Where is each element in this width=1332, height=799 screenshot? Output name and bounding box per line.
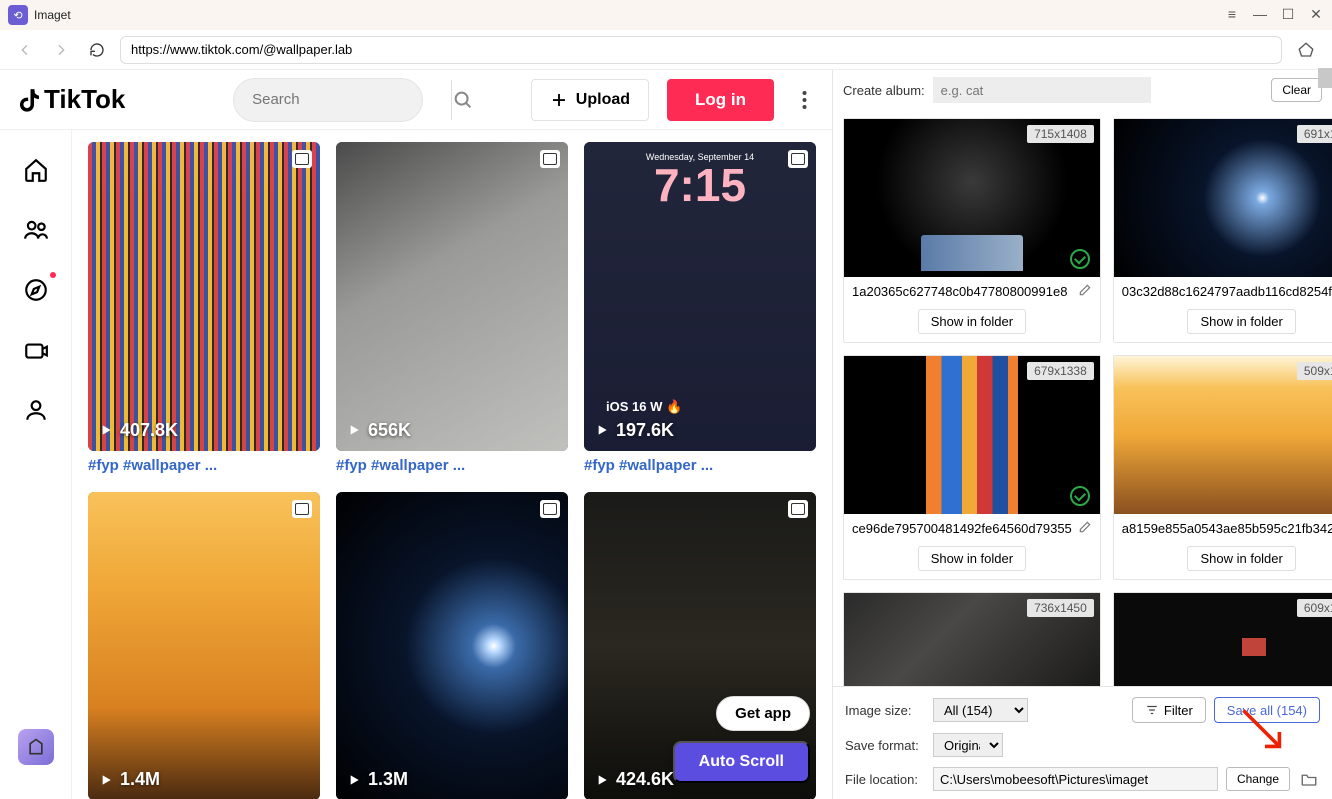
image-badge-icon [292,500,312,518]
view-count: 656K [346,420,411,441]
dimension-badge: 736x1450 [1027,599,1094,617]
sidebar-effect-icon[interactable] [18,729,54,765]
result-card[interactable]: 609x1200 [1113,592,1332,686]
get-app-button[interactable]: Get app [716,696,810,731]
show-in-folder-button[interactable]: Show in folder [918,546,1026,571]
image-badge-icon [788,500,808,518]
search-input[interactable] [252,91,451,108]
result-card[interactable]: 736x1450 [843,592,1101,686]
result-card[interactable]: 509x1002 a8159e855a0543ae85b595c21fb342e… [1113,355,1332,580]
reload-button[interactable] [84,37,110,63]
tiktok-logo[interactable]: TikTok [16,84,125,115]
video-caption[interactable]: #fyp #wallpaper ... [584,457,816,474]
view-count: 197.6K [594,420,674,441]
save-all-button[interactable]: Save all (154) [1214,697,1320,723]
forward-button[interactable] [48,37,74,63]
show-in-folder-button[interactable]: Show in folder [918,309,1026,334]
browser-toolbar: https://www.tiktok.com/@wallpaper.lab [0,30,1332,70]
video-card[interactable]: 656K #fyp #wallpaper ... [336,142,568,474]
maximize-button[interactable]: ☐ [1276,0,1300,28]
view-count: 1.3M [346,769,408,790]
tag-icon[interactable] [1292,36,1320,64]
auto-scroll-button[interactable]: Auto Scroll [673,741,810,783]
filename-label: 03c32d88c1624797aadb116cd8254f3 [1122,284,1332,299]
app-title: Imaget [34,8,71,22]
result-card[interactable]: 715x1408 1a20365c627748c0b47780800991e8 … [843,118,1101,343]
url-input[interactable]: https://www.tiktok.com/@wallpaper.lab [120,36,1282,64]
image-size-select[interactable]: All (154) [933,698,1028,722]
tiktok-sidebar [0,130,72,799]
sidebar-following-icon[interactable] [20,214,52,246]
image-badge-icon [540,500,560,518]
minimize-button[interactable]: — [1248,0,1272,28]
album-name-input[interactable] [933,77,1151,103]
image-results-grid[interactable]: 715x1408 1a20365c627748c0b47780800991e8 … [833,110,1332,686]
sidebar-home-icon[interactable] [20,154,52,186]
filename-label: 1a20365c627748c0b47780800991e8 [852,284,1072,299]
video-card[interactable]: 1.4M #fyp #wallpaper ... [88,492,320,799]
search-icon[interactable] [451,80,474,120]
file-location-label: File location: [845,772,925,787]
format-select[interactable]: Original [933,733,1003,757]
file-location-input[interactable] [933,767,1218,791]
edit-filename-icon[interactable] [1078,283,1092,300]
video-card[interactable]: Wednesday, September 147:15iOS 16 W 🔥 19… [584,142,816,474]
filename-label: ce96de795700481492fe64560d79355 [852,521,1072,536]
filename-label: a8159e855a0543ae85b595c21fb342e [1122,521,1332,536]
show-in-folder-button[interactable]: Show in folder [1187,546,1295,571]
app-logo-icon: ⟲ [8,5,28,25]
hamburger-icon[interactable]: ≡ [1220,0,1244,28]
result-card[interactable]: 679x1338 ce96de795700481492fe64560d79355… [843,355,1101,580]
save-format-label: Save format: [845,738,925,753]
sidebar-live-icon[interactable] [20,334,52,366]
dimension-badge: 609x1200 [1297,599,1332,617]
video-caption[interactable]: #fyp #wallpaper ... [88,457,320,474]
close-button[interactable]: ✕ [1304,0,1328,28]
imaget-panel: Create album: Clear 715x1408 1a20365c627… [833,70,1332,799]
video-card[interactable]: 407.8K #fyp #wallpaper ... [88,142,320,474]
dimension-badge: 509x1002 [1297,362,1332,380]
image-badge-icon [292,150,312,168]
dimension-badge: 691x1361 [1297,125,1332,143]
sidebar-profile-icon[interactable] [20,394,52,426]
image-badge-icon [540,150,560,168]
image-size-label: Image size: [845,703,925,718]
title-bar: ⟲ Imaget ≡ — ☐ ✕ [0,0,1332,30]
tiktok-webview: TikTok Upload Log in [0,70,833,799]
video-caption[interactable]: #fyp #wallpaper ... [336,457,568,474]
sidebar-explore-icon[interactable] [20,274,52,306]
open-folder-icon[interactable] [1298,768,1320,790]
edit-filename-icon[interactable] [1078,520,1092,537]
selected-check-icon [1070,486,1090,506]
create-album-label: Create album: [843,83,925,98]
search-box[interactable] [233,78,423,122]
show-in-folder-button[interactable]: Show in folder [1187,309,1295,334]
scrollbar-thumb[interactable] [1318,68,1332,88]
video-card[interactable]: 1.3M #fyp #wallpaper ... [336,492,568,799]
view-count: 424.6K [594,769,674,790]
view-count: 407.8K [98,420,178,441]
upload-button[interactable]: Upload [531,79,649,121]
back-button[interactable] [12,37,38,63]
selected-check-icon [1070,249,1090,269]
clear-button[interactable]: Clear [1271,78,1322,102]
view-count: 1.4M [98,769,160,790]
more-menu-icon[interactable] [792,90,816,110]
dimension-badge: 715x1408 [1027,125,1094,143]
login-button[interactable]: Log in [667,79,774,121]
filter-button[interactable]: Filter [1132,697,1206,723]
result-card[interactable]: 691x1361 03c32d88c1624797aadb116cd8254f3… [1113,118,1332,343]
image-badge-icon [788,150,808,168]
dimension-badge: 679x1338 [1027,362,1094,380]
change-location-button[interactable]: Change [1226,767,1290,791]
